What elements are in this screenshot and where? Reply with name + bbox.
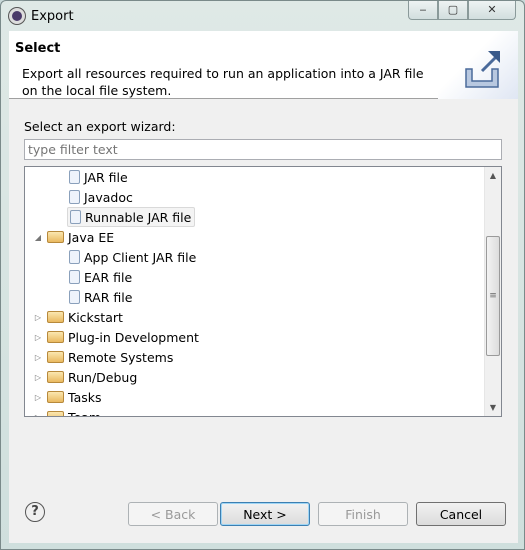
tree-item[interactable]: ▷ Team <box>33 407 102 417</box>
eclipse-icon <box>9 8 25 24</box>
file-icon <box>69 250 80 264</box>
tree-item[interactable]: ▷ Tasks <box>33 387 102 407</box>
tree-item[interactable]: App Client JAR file <box>67 247 196 267</box>
tree-item-label: EAR file <box>84 269 133 285</box>
tree-item[interactable]: ▷ Remote Systems <box>33 347 173 367</box>
tree-item-label: Team <box>68 409 102 417</box>
tree-item-label: RAR file <box>84 289 133 305</box>
tree-item[interactable]: Runnable JAR file <box>67 207 196 227</box>
folder-icon <box>47 311 64 323</box>
collapsed-arrow-icon[interactable]: ▷ <box>33 333 43 342</box>
tree-item-label: Javadoc <box>84 189 133 205</box>
tree-item-label: App Client JAR file <box>84 249 197 265</box>
expanded-arrow-icon[interactable]: ◢ <box>33 233 43 242</box>
wizard-label: Select an export wizard: <box>24 119 176 134</box>
collapsed-arrow-icon[interactable]: ▷ <box>33 353 43 362</box>
folder-icon <box>47 231 64 243</box>
tree-item[interactable]: ▷ Run/Debug <box>33 367 137 387</box>
tree-item-label: Tasks <box>68 389 102 405</box>
page-description: Export all resources required to run an … <box>22 66 424 98</box>
file-icon <box>70 210 81 224</box>
close-button[interactable]: ✕ <box>468 1 516 20</box>
file-icon <box>69 270 80 284</box>
folder-icon <box>47 351 64 363</box>
folder-icon <box>47 371 64 383</box>
window-title: Export <box>31 8 74 24</box>
collapsed-arrow-icon[interactable]: ▷ <box>33 313 43 322</box>
cancel-button[interactable]: Cancel <box>416 502 506 526</box>
page-title: Select <box>15 41 61 56</box>
scrollbar-thumb[interactable]: ≡ <box>486 236 500 356</box>
tree-item-label: Kickstart <box>68 309 123 325</box>
folder-icon <box>47 331 64 343</box>
tree-item[interactable]: RAR file <box>67 287 132 307</box>
scroll-down-arrow[interactable]: ▼ <box>485 399 501 416</box>
collapsed-arrow-icon[interactable]: ▷ <box>33 393 43 402</box>
help-icon[interactable]: ? <box>25 502 45 522</box>
tree-item[interactable]: Javadoc <box>67 187 133 207</box>
scroll-up-arrow[interactable]: ▲ <box>485 167 501 184</box>
file-icon <box>69 190 80 204</box>
filter-input[interactable] <box>24 139 502 160</box>
back-button[interactable]: < Back <box>128 502 218 526</box>
folder-icon <box>47 391 64 403</box>
tree-item[interactable]: ▷ Kickstart <box>33 307 123 327</box>
export-banner-icon <box>438 31 518 99</box>
vertical-scrollbar[interactable]: ▲ ≡ ▼ <box>484 167 501 416</box>
minimize-button[interactable]: ‒ <box>408 1 438 20</box>
tree-item-label: Run/Debug <box>68 369 138 385</box>
tree-item[interactable]: ▷ Plug-in Development <box>33 327 199 347</box>
wizard-header: Select Export all resources required to … <box>9 31 518 99</box>
tree-item-label: Runnable JAR file <box>85 209 192 225</box>
tree-item[interactable]: EAR file <box>67 267 132 287</box>
file-icon <box>69 290 80 304</box>
title-bar: Export <box>9 5 74 27</box>
collapsed-arrow-icon[interactable]: ▷ <box>33 373 43 382</box>
tree-item-label: JAR file <box>84 169 128 185</box>
tree-item-label: Plug-in Development <box>68 329 199 345</box>
collapsed-arrow-icon[interactable]: ▷ <box>33 413 43 417</box>
tree-item[interactable]: JAR file <box>67 167 128 187</box>
tree-item-label: Java EE <box>68 229 115 245</box>
wizard-tree[interactable]: ▲ ≡ ▼ JAR file Javadoc Runnable JAR file ◢ J… <box>24 166 502 417</box>
maximize-button[interactable]: ▢ <box>438 1 468 20</box>
next-button[interactable]: Next > <box>220 502 310 526</box>
export-dialog: Export ‒ ▢ ✕ Select Export all resources… <box>0 0 525 550</box>
tree-item[interactable]: ◢ Java EE <box>33 227 114 247</box>
finish-button[interactable]: Finish <box>318 502 408 526</box>
file-icon <box>69 170 80 184</box>
tree-item-label: Remote Systems <box>68 349 174 365</box>
folder-icon <box>47 411 64 416</box>
